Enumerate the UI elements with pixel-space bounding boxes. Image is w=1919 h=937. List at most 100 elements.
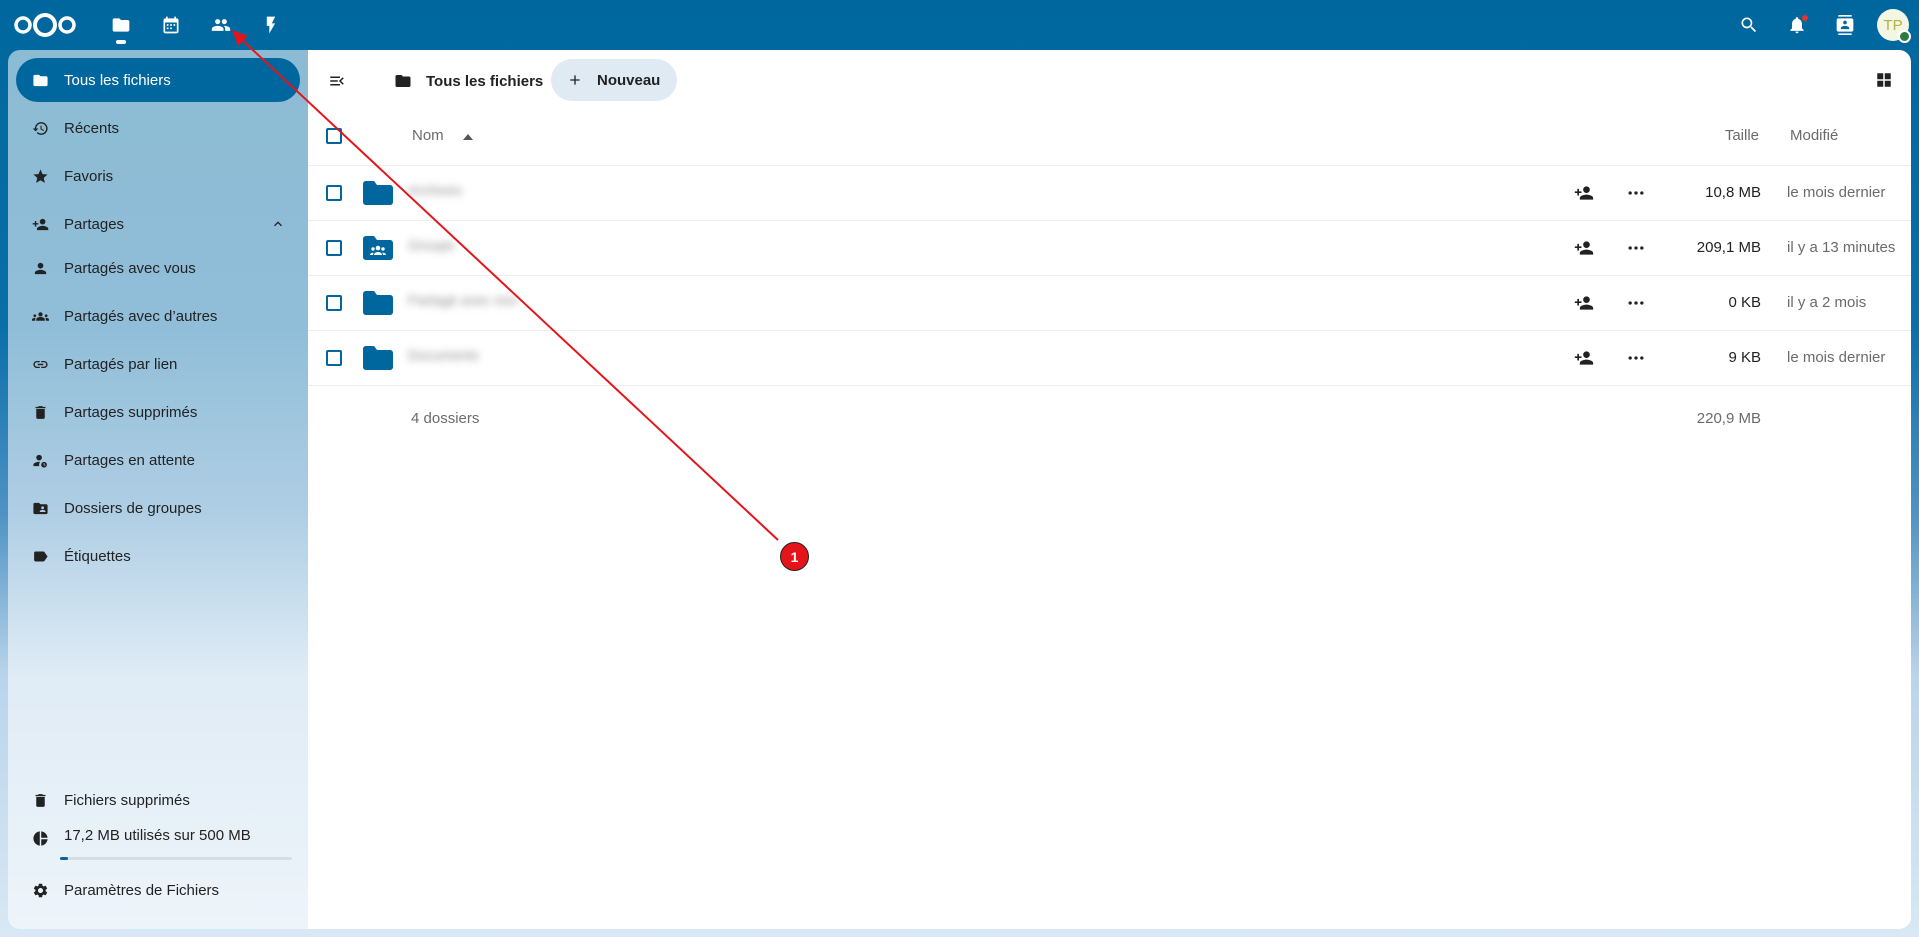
contacts-app-icon[interactable] <box>196 0 246 50</box>
more-actions-icon[interactable] <box>1626 348 1648 370</box>
file-name[interactable]: Archives <box>408 182 518 204</box>
nav-tags[interactable]: Étiquettes <box>16 534 300 578</box>
new-button-label: Nouveau <box>597 71 661 89</box>
summary-size: 220,9 MB <box>1696 410 1761 427</box>
nav-deleted-shares[interactable]: Partages supprimés <box>16 390 300 434</box>
nav-label: Paramètres de Fichiers <box>64 881 220 899</box>
nav-favorites[interactable]: Favoris <box>16 154 300 198</box>
file-size: 9 KB <box>1728 349 1761 366</box>
nav-label: Fichiers supprimés <box>64 791 190 809</box>
breadcrumb[interactable]: Tous les fichiers <box>394 69 543 93</box>
nav-files-settings[interactable]: Paramètres de Fichiers <box>16 868 300 912</box>
calendar-app-icon[interactable] <box>146 0 196 50</box>
user-avatar[interactable]: TP <box>1877 9 1911 43</box>
table-row[interactable]: Partagé avec moi 0 KB il y a 2 mois <box>308 275 1911 330</box>
folder-icon <box>395 75 411 87</box>
nav-shared-with-others[interactable]: Partagés avec d’autres <box>16 294 300 338</box>
storage-quota[interactable]: 17,2 MB utilisés sur 500 MB <box>16 816 300 860</box>
nav-label: Partagés avec d’autres <box>64 307 218 325</box>
column-modified-header[interactable]: Modifié <box>1790 127 1838 144</box>
share-icon <box>29 213 51 235</box>
nextcloud-logo[interactable] <box>13 12 77 38</box>
share-icon[interactable] <box>1574 183 1596 205</box>
files-navigation: Tous les fichiers Récents Favoris Partag… <box>8 50 308 929</box>
nav-shares[interactable]: Partages <box>16 202 300 246</box>
nav-label: Partages <box>64 215 125 233</box>
annotation-marker: 1 <box>780 542 809 571</box>
more-actions-icon[interactable] <box>1626 238 1648 260</box>
file-size: 0 KB <box>1728 294 1761 311</box>
annotation-marker-label: 1 <box>790 548 799 565</box>
folder-icon <box>29 69 51 91</box>
group-folder-icon <box>363 236 393 260</box>
account-clock-icon <box>29 449 51 471</box>
sort-ascending-icon <box>463 134 473 140</box>
nav-label: Favoris <box>64 167 114 185</box>
select-all-checkbox[interactable] <box>326 128 342 144</box>
trash-icon <box>29 401 51 423</box>
nav-label: Partagés avec vous <box>64 259 196 277</box>
nav-label: Dossiers de groupes <box>64 499 202 517</box>
nav-label: Étiquettes <box>64 547 131 565</box>
file-name[interactable]: Groupe <box>408 237 518 259</box>
activity-app-icon[interactable] <box>246 0 296 50</box>
table-row[interactable]: Archives 10,8 MB le mois dernier <box>308 165 1911 220</box>
more-actions-icon[interactable] <box>1626 293 1648 315</box>
table-row[interactable]: Groupe 209,1 MB il y a 13 minutes <box>308 220 1911 275</box>
tag-icon <box>29 545 51 567</box>
file-name[interactable]: Documents <box>408 347 518 369</box>
file-modified: le mois dernier <box>1787 184 1886 201</box>
row-checkbox[interactable] <box>326 295 342 311</box>
share-icon[interactable] <box>1574 238 1596 260</box>
table-row[interactable]: Documents 9 KB le mois dernier <box>308 330 1911 385</box>
nav-all-files[interactable]: Tous les fichiers <box>16 58 300 102</box>
summary-count: 4 dossiers <box>411 410 480 427</box>
pie-chart-icon <box>29 827 51 849</box>
nav-recent[interactable]: Récents <box>16 106 300 150</box>
nav-pending-shares[interactable]: Partages en attente <box>16 438 300 482</box>
file-modified: il y a 13 minutes <box>1787 239 1896 256</box>
app-menu <box>96 0 296 50</box>
menu-collapse-icon[interactable] <box>322 66 352 96</box>
column-name-header[interactable]: Nom <box>412 127 444 144</box>
nav-shared-by-link[interactable]: Partagés par lien <box>16 342 300 386</box>
file-modified: il y a 2 mois <box>1787 294 1867 311</box>
nav-label: Partages supprimés <box>64 403 198 421</box>
breadcrumb-label: Tous les fichiers <box>426 72 544 90</box>
nav-shared-with-you[interactable]: Partagés avec vous <box>16 246 300 290</box>
nav-label: Tous les fichiers <box>64 71 171 89</box>
nav-label: Partages en attente <box>64 451 195 469</box>
link-icon <box>29 353 51 375</box>
row-checkbox[interactable] <box>326 240 342 256</box>
notification-dot <box>1802 15 1808 21</box>
quota-progress-bar <box>60 857 292 860</box>
plus-icon <box>570 75 580 85</box>
search-icon[interactable] <box>1725 0 1773 50</box>
row-checkbox[interactable] <box>326 350 342 366</box>
quota-label: 17,2 MB utilisés sur 500 MB <box>64 826 251 844</box>
notifications-bell-icon[interactable] <box>1773 0 1821 50</box>
file-size: 10,8 MB <box>1705 184 1761 201</box>
files-app-icon[interactable] <box>96 0 146 50</box>
nav-label: Partagés par lien <box>64 355 178 373</box>
more-actions-icon[interactable] <box>1626 183 1648 205</box>
top-header: TP <box>0 0 1919 50</box>
nav-label: Récents <box>64 119 120 137</box>
share-icon[interactable] <box>1574 348 1596 370</box>
row-checkbox[interactable] <box>326 185 342 201</box>
files-main-content: Tous les fichiers Nouveau Nom Taille Mod… <box>308 50 1911 929</box>
file-name[interactable]: Partagé avec moi <box>408 292 518 314</box>
new-button[interactable]: Nouveau <box>551 59 677 101</box>
chevron-up-icon[interactable] <box>270 216 286 232</box>
grid-view-icon[interactable] <box>1867 63 1901 97</box>
column-size-header[interactable]: Taille <box>1725 127 1759 144</box>
nav-group-folders[interactable]: Dossiers de groupes <box>16 486 300 530</box>
quota-progress-fill <box>60 857 68 860</box>
account-group-icon <box>29 305 51 327</box>
contacts-menu-icon[interactable] <box>1821 0 1869 50</box>
share-icon[interactable] <box>1574 293 1596 315</box>
folder-icon <box>363 291 393 315</box>
gear-icon <box>29 879 51 901</box>
star-icon <box>29 165 51 187</box>
account-icon <box>29 257 51 279</box>
